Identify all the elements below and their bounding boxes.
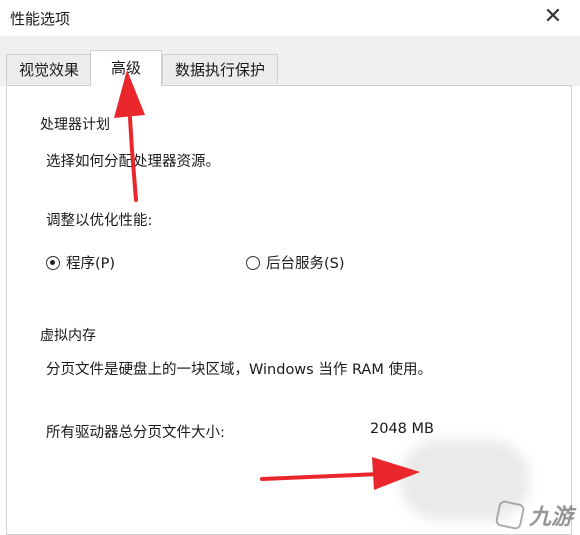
watermark: 九游 bbox=[494, 499, 574, 531]
radio-unselected-icon bbox=[246, 255, 260, 270]
radio-selected-icon bbox=[46, 255, 60, 270]
radio-background-services[interactable]: 后台服务(S) bbox=[246, 252, 345, 273]
watermark-logo-icon bbox=[494, 499, 526, 531]
virtual-memory-title: 虚拟内存 bbox=[36, 325, 100, 345]
radio-programs[interactable]: 程序(P) bbox=[46, 252, 115, 273]
processor-scheduling-title: 处理器计划 bbox=[36, 114, 114, 134]
tab-visual-effects[interactable]: 视觉效果 bbox=[6, 54, 92, 84]
tab-advanced[interactable]: 高级 bbox=[90, 50, 162, 86]
paging-file-total-label: 所有驱动器总分页文件大小: bbox=[46, 425, 225, 441]
radio-background-services-label: 后台服务(S) bbox=[266, 256, 345, 272]
virtual-memory-description: 分页文件是硬盘上的一块区域，Windows 当作 RAM 使用。 bbox=[46, 362, 432, 378]
processor-description: 选择如何分配处理器资源。 bbox=[46, 154, 220, 170]
title-bar: 性能选项 ✕ bbox=[0, 0, 580, 36]
tab-data-execution-prevention[interactable]: 数据执行保护 bbox=[162, 54, 278, 84]
adjust-label: 调整以优化性能: bbox=[46, 213, 153, 229]
window-title: 性能选项 bbox=[10, 10, 71, 28]
paging-file-total-value: 2048 MB bbox=[370, 421, 434, 437]
close-icon[interactable]: ✕ bbox=[540, 4, 566, 30]
radio-programs-label: 程序(P) bbox=[66, 256, 116, 272]
watermark-text: 九游 bbox=[529, 505, 574, 530]
